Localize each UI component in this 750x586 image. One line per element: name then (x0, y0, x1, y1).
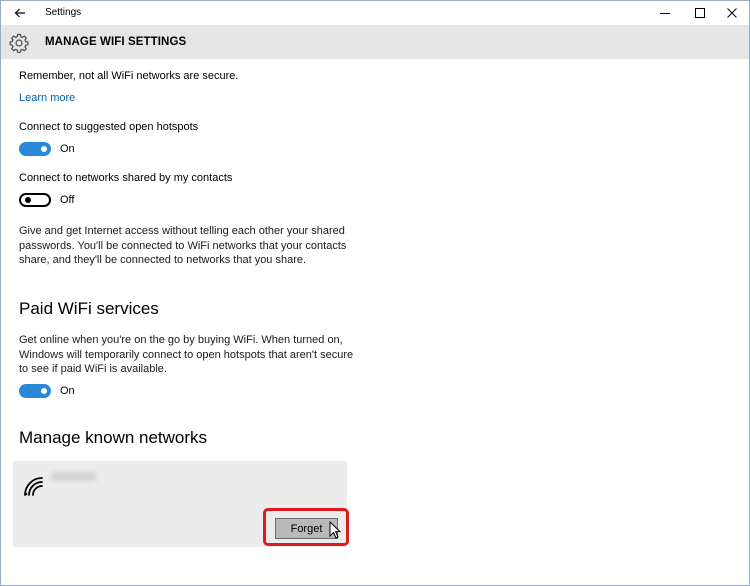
suggested-hotspots-toggle[interactable] (19, 142, 51, 156)
security-note: Remember, not all WiFi networks are secu… (19, 70, 239, 82)
suggested-hotspots-label: Connect to suggested open hotspots (19, 121, 199, 133)
minimize-button[interactable] (647, 1, 683, 25)
toggle-knob (25, 197, 31, 203)
contacts-networks-label: Connect to networks shared by my contact… (19, 172, 233, 184)
contacts-networks-state: Off (60, 194, 75, 206)
wifi-signal-icon (24, 477, 43, 496)
contacts-networks-description: Give and get Internet access without tel… (19, 225, 347, 267)
paid-wifi-state: On (60, 385, 75, 397)
suggested-hotspots-state: On (60, 143, 75, 155)
back-button[interactable] (7, 1, 33, 25)
contacts-networks-toggle[interactable] (19, 193, 51, 207)
window-title: Settings (45, 7, 82, 18)
title-bar: Settings (1, 1, 749, 25)
toggle-knob (41, 146, 47, 152)
settings-window: Settings MANAGE WIFI SETTINGS Remember, … (0, 0, 750, 586)
maximize-button[interactable] (682, 1, 718, 25)
close-icon (727, 8, 737, 18)
learn-more-link[interactable]: Learn more (19, 92, 75, 104)
page-header: MANAGE WIFI SETTINGS (1, 25, 749, 59)
mouse-cursor-icon (329, 521, 341, 539)
paid-wifi-toggle[interactable] (19, 384, 51, 398)
paid-wifi-description: Get online when you're on the go by buyi… (19, 334, 354, 376)
maximize-icon (695, 8, 705, 18)
known-networks-heading: Manage known networks (19, 428, 208, 447)
close-button[interactable] (714, 1, 750, 25)
network-name-redacted (51, 472, 97, 481)
toggle-knob (41, 388, 47, 394)
page-title: MANAGE WIFI SETTINGS (45, 36, 187, 48)
back-arrow-icon (14, 8, 25, 18)
paid-wifi-heading: Paid WiFi services (19, 299, 159, 318)
minimize-icon (660, 13, 670, 14)
known-network-item[interactable]: Forget (13, 461, 349, 547)
gear-icon (9, 33, 29, 53)
settings-content: Remember, not all WiFi networks are secu… (1, 59, 749, 585)
